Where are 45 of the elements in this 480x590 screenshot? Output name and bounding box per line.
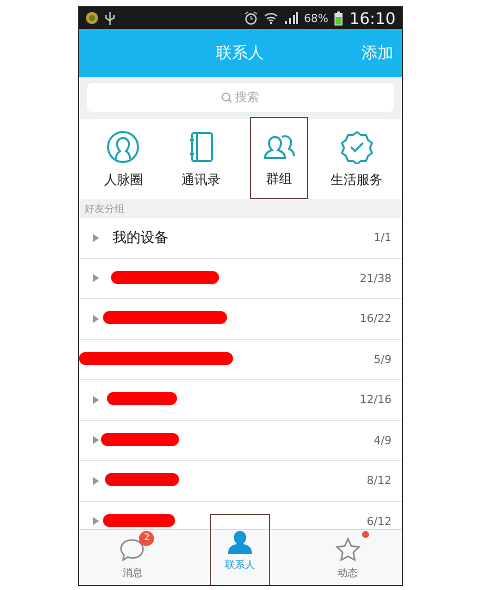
wifi-icon: [264, 11, 278, 25]
unread-badge: 2: [139, 530, 154, 546]
nav-tab[interactable]: 联系人: [210, 514, 270, 585]
alarm-icon: [244, 11, 258, 25]
group-row[interactable]: 16/22: [78, 299, 402, 340]
group-row[interactable]: 5/9: [78, 340, 402, 380]
group-count: 5/9: [374, 352, 392, 366]
group-count: 1/1: [374, 231, 392, 244]
group-row[interactable]: 4/9: [78, 420, 402, 461]
search-icon: [221, 92, 232, 103]
shortcut-tile[interactable]: 通讯录: [162, 119, 240, 199]
profile-circle-icon: [106, 130, 140, 164]
nav-tab[interactable]: 动态: [294, 530, 402, 585]
group-count: 8/12: [366, 474, 392, 488]
group-count: 16/22: [360, 312, 392, 326]
expand-arrow-icon: [92, 476, 98, 485]
expand-arrow-icon: [92, 234, 98, 242]
redaction-mark: [106, 392, 176, 405]
verified-badge-icon: [340, 130, 374, 164]
signal-icon: [284, 11, 298, 25]
group-count: 12/16: [360, 393, 392, 406]
battery-percent: 68%: [304, 12, 328, 24]
app-icon: [84, 11, 98, 25]
usb-icon: [104, 11, 114, 25]
shortcut-tile[interactable]: 生活服务: [318, 119, 396, 199]
person-icon: [226, 528, 254, 556]
section-header: 好友分组: [78, 199, 402, 218]
group-count: 6/12: [366, 514, 392, 528]
group-row[interactable]: 8/12: [78, 461, 402, 502]
group-name: 我的设备: [112, 230, 168, 246]
nav-tab[interactable]: 2 消息: [78, 530, 186, 585]
shortcut-tile[interactable]: 人脉圈: [84, 119, 162, 199]
clock-time: 16:10: [349, 8, 396, 28]
expand-arrow-icon: [92, 274, 98, 282]
group-row[interactable]: 12/16: [78, 380, 402, 420]
shortcut-tile[interactable]: 群组: [250, 117, 308, 199]
redaction-mark: [102, 514, 174, 526]
star-icon: [334, 536, 362, 564]
battery-icon: [334, 10, 344, 26]
group-row[interactable]: 21/38: [78, 258, 402, 299]
group-count: 21/38: [360, 272, 392, 285]
screen-title: 联系人: [216, 42, 264, 64]
group-row[interactable]: 我的设备 1/1: [78, 218, 402, 258]
expand-arrow-icon: [92, 396, 98, 404]
group-count: 4/9: [374, 434, 392, 447]
